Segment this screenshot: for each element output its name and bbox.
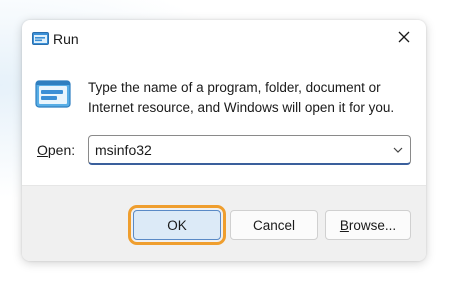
open-label-rest: pen: (47, 142, 76, 158)
open-label-access-key: O (37, 142, 48, 158)
title-bar[interactable]: Run (22, 20, 426, 58)
browse-button[interactable]: Browse... (325, 210, 411, 240)
browse-access-key: B (339, 217, 349, 233)
ok-button[interactable]: OK (128, 205, 226, 245)
window-title: Run (53, 31, 79, 47)
run-program-icon (34, 77, 74, 113)
description-line-2: Internet resource, and Windows will open… (88, 100, 395, 115)
description-text: Type the name of a program, folder, docu… (88, 78, 408, 118)
run-icon (32, 32, 49, 45)
open-input[interactable] (95, 140, 375, 160)
open-combobox[interactable] (88, 135, 411, 165)
button-bar: OK Cancel Browse... (22, 185, 426, 261)
run-dialog: Run Type the name of a program, folder, … (22, 20, 426, 261)
close-icon (398, 30, 410, 48)
cancel-button[interactable]: Cancel (230, 210, 318, 240)
open-label: Open: (37, 142, 75, 158)
browse-label-rest: rowse... (348, 217, 397, 233)
close-button[interactable] (388, 24, 420, 54)
description-line-1: Type the name of a program, folder, docu… (88, 80, 381, 95)
chevron-down-icon[interactable] (392, 143, 404, 155)
